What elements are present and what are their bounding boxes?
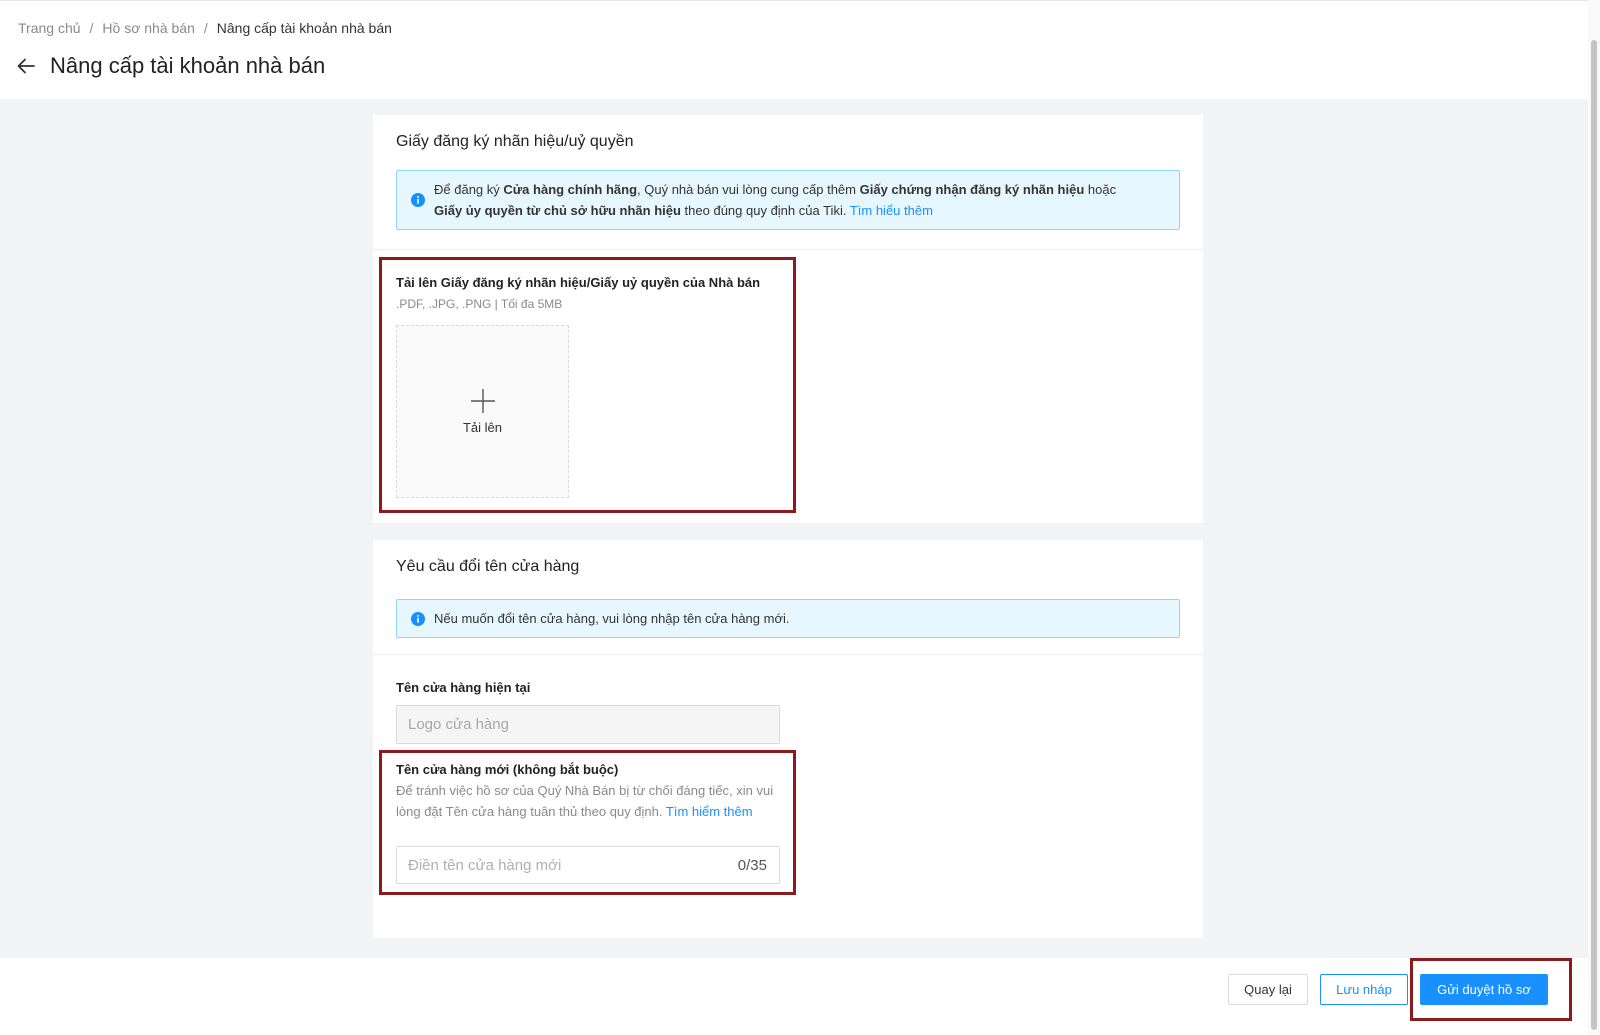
trademark-section-card: Giấy đăng ký nhãn hiệu/uỷ quyền Để đăng …	[373, 115, 1203, 523]
breadcrumb-home[interactable]: Trang chủ	[18, 20, 81, 36]
info-icon	[411, 612, 425, 626]
breadcrumb-seller-profile[interactable]: Hồ sơ nhà bán	[102, 20, 194, 36]
title-row: Nâng cấp tài khoản nhà bán	[16, 53, 325, 79]
notice-bold-trademark-cert: Giấy chứng nhận đăng ký nhãn hiệu	[859, 182, 1085, 197]
section-divider	[373, 654, 1203, 655]
new-store-name-input[interactable]	[397, 847, 739, 883]
notice-text: , Quý nhà bán vui lòng cung cấp thêm	[637, 182, 860, 197]
trademark-section-title: Giấy đăng ký nhãn hiệu/uỷ quyền	[396, 133, 634, 150]
arrow-left-icon	[17, 58, 35, 74]
upload-button[interactable]: Tải lên	[396, 325, 569, 498]
new-store-name-label: Tên cửa hàng mới (không bắt buộc)	[396, 762, 619, 777]
notice-text: theo đúng quy định của Tiki.	[680, 203, 850, 218]
current-store-name-label: Tên cửa hàng hiện tại	[396, 680, 531, 695]
scrollbar-thumb[interactable]	[1591, 40, 1597, 1030]
breadcrumb-current: Nâng cấp tài khoản nhà bán	[216, 20, 392, 36]
page-title: Nâng cấp tài khoản nhà bán	[50, 53, 326, 78]
breadcrumb-separator: /	[89, 20, 94, 36]
footer-bar: Quay lại Lưu nháp Gửi duyệt hồ sơ	[0, 958, 1588, 1035]
back-button[interactable]: Quay lại	[1228, 974, 1308, 1005]
trademark-notice: Để đăng ký Cửa hàng chính hãng, Quý nhà …	[396, 170, 1180, 230]
learn-more-link[interactable]: Tìm hiểu thêm	[850, 203, 933, 218]
plus-icon	[470, 389, 495, 413]
save-draft-button[interactable]: Lưu nháp	[1320, 974, 1408, 1005]
info-icon	[411, 193, 425, 207]
notice-text: Nếu muốn đổi tên cửa hàng, vui lòng nhập…	[434, 611, 790, 626]
breadcrumb: Trang chủ / Hồ sơ nhà bán / Nâng cấp tài kho…	[18, 20, 392, 36]
back-arrow-button[interactable]	[16, 54, 40, 78]
submit-profile-button[interactable]: Gửi duyệt hồ sơ	[1420, 974, 1548, 1005]
notice-bold-authorization: Giấy ủy quyền từ chủ sở hữu nhãn hiệu	[434, 203, 681, 218]
top-bar: Trang chủ / Hồ sơ nhà bán / Nâng cấp tài kho…	[0, 0, 1588, 99]
new-store-name-description: Để tránh việc hồ sơ của Quý Nhà Bán bị t…	[396, 780, 780, 822]
current-store-name-field: Logo cửa hàng	[396, 705, 780, 744]
upload-label: Tải lên Giấy đăng ký nhãn hiệu/Giấy uỷ q…	[396, 275, 761, 290]
notice-text: hoặc	[1084, 182, 1117, 197]
rename-section-card: Yêu cầu đổi tên cửa hàng Nếu muốn đổi tê…	[373, 540, 1203, 938]
section-divider	[373, 249, 1203, 250]
rename-section-title: Yêu cầu đổi tên cửa hàng	[396, 558, 580, 575]
upload-button-label: Tải lên	[462, 420, 503, 435]
notice-text: Để đăng ký	[434, 182, 504, 197]
scrollbar[interactable]	[1588, 0, 1600, 1035]
char-counter: 0/35	[737, 857, 767, 874]
upload-hint: .PDF, .JPG, .PNG | Tối đa 5MB	[396, 297, 563, 311]
new-store-name-input-wrapper: 0/35	[396, 846, 780, 884]
rename-notice: Nếu muốn đổi tên cửa hàng, vui lòng nhập…	[396, 599, 1180, 638]
breadcrumb-separator: /	[203, 20, 208, 36]
notice-bold-official-store: Cửa hàng chính hãng	[503, 182, 638, 197]
learn-more-link[interactable]: Tìm hiểm thêm	[666, 804, 753, 819]
